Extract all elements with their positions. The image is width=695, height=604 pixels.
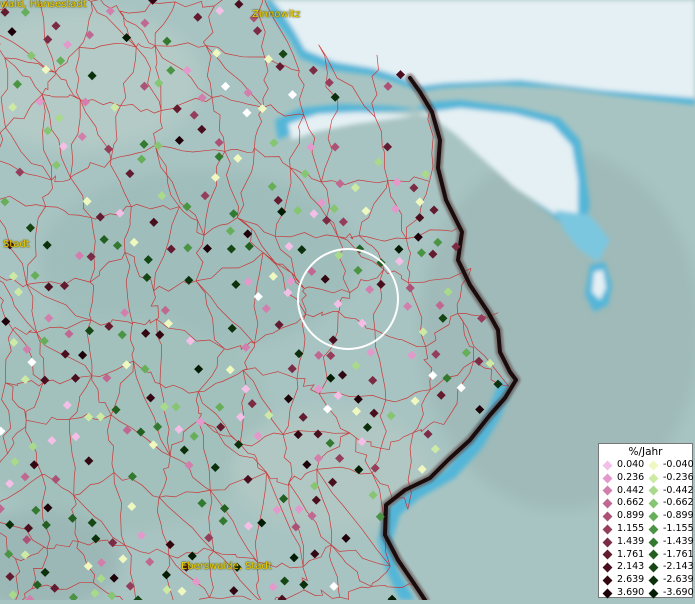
legend-row: 0.040 -0.040 bbox=[599, 459, 694, 472]
legend-entry-positive: 0.442 bbox=[599, 485, 645, 498]
legend-swatch bbox=[648, 537, 659, 548]
legend-value: 0.899 bbox=[617, 510, 645, 522]
legend-entry-negative: -1.761 bbox=[645, 548, 694, 562]
legend-rows: 0.040 -0.040 0.236 -0.236 0.442 -0.442 0.662 -0… bbox=[599, 459, 694, 600]
legend-value: 3.690 bbox=[617, 586, 645, 598]
legend-swatch bbox=[602, 537, 613, 548]
legend-row: 2.639 -2.639 bbox=[599, 574, 694, 587]
map-svg bbox=[0, 0, 695, 604]
legend-entry-positive: 0.040 bbox=[599, 459, 645, 472]
legend-swatch bbox=[648, 511, 659, 522]
legend-swatch bbox=[602, 486, 613, 496]
legend-swatch bbox=[602, 588, 613, 599]
legend-swatch bbox=[602, 575, 613, 586]
legend-value: -0.662 bbox=[663, 497, 694, 509]
legend-value: -1.439 bbox=[663, 535, 694, 547]
legend-value: -1.155 bbox=[663, 522, 694, 534]
legend-row: 2.143 -2.143 bbox=[599, 561, 694, 574]
legend-entry-positive: 0.236 bbox=[599, 472, 645, 485]
legend-entry-positive: 0.662 bbox=[599, 497, 645, 510]
legend-value: -0.236 bbox=[663, 471, 694, 483]
legend-entry-positive: 0.899 bbox=[599, 510, 645, 523]
legend-entry-negative: -1.439 bbox=[645, 535, 694, 549]
legend-value: -2.639 bbox=[663, 574, 694, 586]
legend-swatch bbox=[648, 575, 659, 586]
place-label-eberswalde: Eberswalde, Stadt bbox=[181, 561, 272, 572]
legend-row: 1.439 -1.439 bbox=[599, 535, 694, 549]
legend-row: 3.690 -3.690 bbox=[599, 586, 694, 600]
legend: %/Jahr 0.040 -0.040 0.236 -0.236 0.442 -0.442… bbox=[598, 443, 694, 600]
legend-entry-negative: -2.143 bbox=[645, 561, 694, 574]
legend-entry-negative: -0.442 bbox=[645, 484, 694, 498]
legend-value: 1.439 bbox=[617, 535, 645, 547]
legend-swatch bbox=[602, 460, 613, 471]
legend-value: -0.899 bbox=[663, 510, 694, 522]
legend-swatch bbox=[648, 588, 659, 599]
legend-value: 2.639 bbox=[617, 574, 645, 586]
legend-title: %/Jahr bbox=[628, 446, 663, 458]
legend-value: 1.155 bbox=[617, 522, 645, 534]
place-label-zinnowitz: Zinnowitz bbox=[252, 9, 301, 20]
legend-entry-negative: -0.236 bbox=[645, 471, 694, 485]
legend-value: -0.040 bbox=[663, 459, 694, 470]
legend-row: 1.155 -1.155 bbox=[599, 522, 694, 536]
legend-value: 2.143 bbox=[617, 561, 645, 573]
legend-swatch bbox=[648, 562, 659, 573]
legend-swatch bbox=[648, 550, 659, 560]
legend-entry-positive: 1.155 bbox=[599, 523, 645, 536]
legend-row: 0.442 -0.442 bbox=[599, 484, 694, 498]
legend-swatch bbox=[648, 524, 659, 535]
legend-value: -1.761 bbox=[663, 548, 694, 560]
legend-swatch bbox=[602, 498, 613, 509]
map-canvas[interactable] bbox=[0, 0, 695, 604]
legend-swatch bbox=[648, 486, 659, 496]
legend-row: 1.761 -1.761 bbox=[599, 548, 694, 562]
legend-swatch bbox=[602, 473, 613, 484]
legend-value: 1.761 bbox=[617, 548, 645, 560]
legend-value: 0.662 bbox=[617, 497, 645, 509]
legend-value: 0.040 bbox=[617, 459, 645, 470]
legend-row: 0.236 -0.236 bbox=[599, 471, 694, 485]
legend-entry-positive: 1.439 bbox=[599, 536, 645, 549]
legend-swatch bbox=[602, 511, 613, 522]
place-label-stadt: Stadt bbox=[3, 239, 30, 250]
legend-entry-negative: -0.662 bbox=[645, 497, 694, 510]
legend-entry-negative: -3.690 bbox=[645, 586, 694, 600]
legend-entry-negative: -0.040 bbox=[645, 459, 694, 472]
legend-row: 0.899 -0.899 bbox=[599, 510, 694, 523]
legend-value: -0.442 bbox=[663, 484, 694, 496]
legend-entry-negative: -0.899 bbox=[645, 510, 694, 523]
legend-swatch bbox=[602, 550, 613, 560]
legend-swatch bbox=[602, 524, 613, 535]
legend-value: -2.143 bbox=[663, 561, 694, 573]
legend-value: 0.442 bbox=[617, 484, 645, 496]
legend-row: 0.662 -0.662 bbox=[599, 497, 694, 510]
legend-swatch bbox=[648, 460, 659, 471]
legend-entry-positive: 1.761 bbox=[599, 549, 645, 562]
legend-value: -3.690 bbox=[663, 586, 694, 598]
legend-entry-positive: 2.143 bbox=[599, 561, 645, 574]
legend-entry-positive: 3.690 bbox=[599, 587, 645, 600]
legend-entry-positive: 2.639 bbox=[599, 574, 645, 587]
legend-entry-negative: -1.155 bbox=[645, 522, 694, 536]
legend-entry-negative: -2.639 bbox=[645, 574, 694, 587]
legend-value: 0.236 bbox=[617, 471, 645, 483]
place-label-greifswald: wald, Hansestadt bbox=[0, 0, 87, 10]
legend-swatch bbox=[602, 562, 613, 573]
legend-swatch bbox=[648, 473, 659, 484]
legend-swatch bbox=[648, 498, 659, 509]
